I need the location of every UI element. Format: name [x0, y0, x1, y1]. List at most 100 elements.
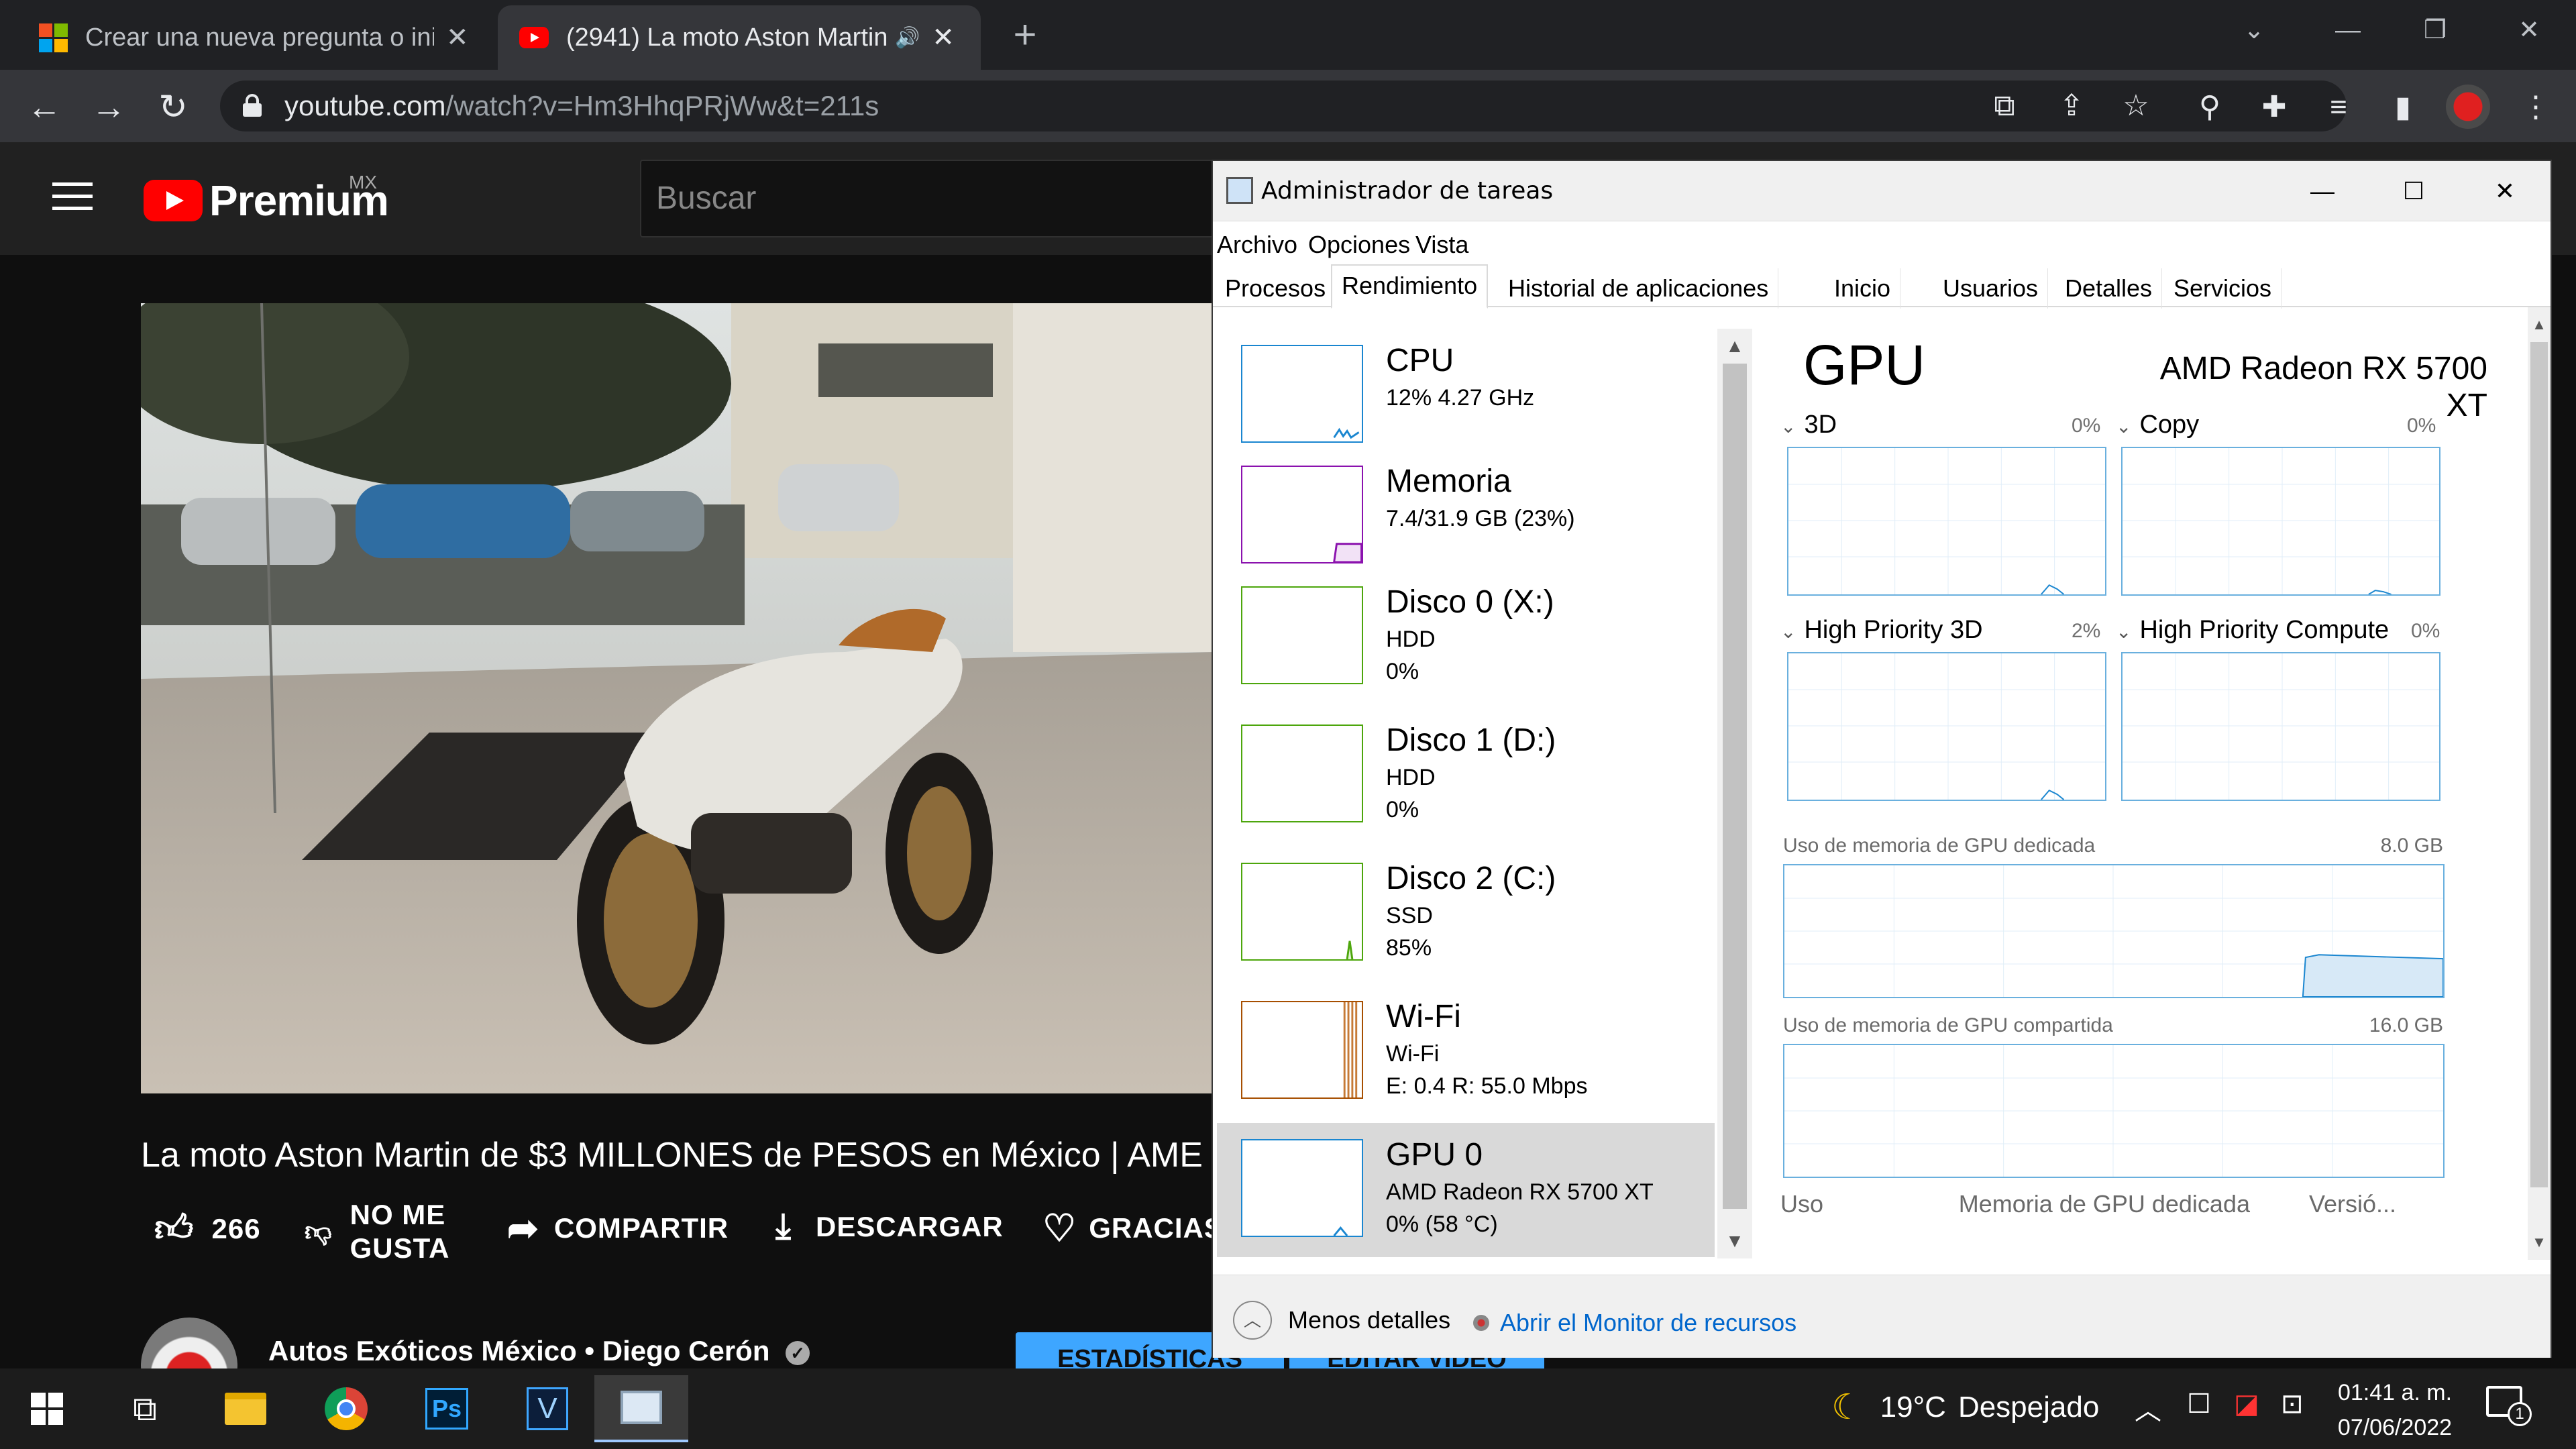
disk2-mini-graph [1241, 863, 1363, 961]
vegas-icon[interactable]: V [500, 1375, 594, 1442]
share-icon[interactable]: ⇪ [2051, 86, 2092, 126]
shared-memory-max: 16.0 GB [2369, 1014, 2443, 1036]
engine-hpcompute-selector[interactable]: ⌄ High Priority Compute [2116, 616, 2389, 645]
media-control-icon[interactable]: ≡ [2318, 87, 2359, 127]
task-view-icon[interactable]: ⧉ [98, 1375, 192, 1442]
super-thanks-heart-icon: ♡ [1042, 1207, 1077, 1249]
tab-detalles[interactable]: Detalles [2055, 268, 2163, 309]
browser-tab-1[interactable]: Crear una nueva pregunta o inicia ✕ [13, 5, 490, 70]
reload-icon[interactable]: ↻ [149, 83, 197, 131]
engine-hp3d-graph [1787, 652, 2106, 801]
restore-icon[interactable]: ❐ [2395, 0, 2475, 60]
resource-monitor-icon [1473, 1315, 1489, 1331]
maximize-icon[interactable]: ☐ [2367, 161, 2461, 221]
tab-usuarios[interactable]: Usuarios [1933, 268, 2049, 309]
extension-bulb-icon[interactable]: ⚲ [2190, 87, 2230, 127]
scroll-up-icon[interactable]: ▲ [2528, 307, 2551, 342]
detail-scrollbar[interactable]: ▲ ▼ [2528, 307, 2551, 1260]
scroll-thumb[interactable] [1723, 364, 1747, 1209]
gpu-mini-graph [1241, 1139, 1363, 1237]
back-icon[interactable]: ← [20, 83, 68, 131]
download-button[interactable]: ⤓ DESCARGAR [775, 1206, 1004, 1247]
tab-procesos[interactable]: Procesos [1216, 268, 1336, 309]
tab-inicio[interactable]: Inicio [1825, 268, 1901, 309]
close-window-icon[interactable]: ✕ [2458, 161, 2552, 221]
task-manager-window: Administrador de tareas — ☐ ✕ Archivo Op… [1212, 160, 2552, 1358]
task-manager-titlebar[interactable]: Administrador de tareas — ☐ ✕ [1213, 161, 2551, 221]
wifi-mini-graph [1241, 1001, 1363, 1099]
close-window-icon[interactable]: ✕ [2489, 0, 2569, 60]
browser-tab-bar: Crear una nueva pregunta o inicia ✕ (294… [0, 0, 2576, 70]
open-resource-monitor-link[interactable]: Abrir el Monitor de recursos [1473, 1309, 1796, 1337]
menu-archivo[interactable]: Archivo [1217, 231, 1297, 259]
resource-disco-2[interactable]: Disco 2 (C:) SSD 85% [1217, 847, 1715, 985]
tab-historial[interactable]: Historial de aplicaciones [1499, 268, 1779, 309]
scroll-thumb[interactable] [2530, 342, 2548, 1187]
windows-start-icon[interactable] [0, 1375, 94, 1442]
file-explorer-icon[interactable] [199, 1375, 292, 1442]
resource-cpu[interactable]: CPU 12% 4.27 GHz [1217, 329, 1715, 449]
profile-avatar[interactable] [2446, 85, 2490, 129]
lock-icon [243, 94, 262, 117]
close-tab-icon[interactable]: ✕ [446, 22, 469, 53]
task-manager-icon[interactable] [594, 1375, 688, 1442]
search-input[interactable]: Buscar [640, 160, 1244, 237]
engine-copy-selector[interactable]: ⌄ Copy [2116, 411, 2199, 439]
scroll-down-icon[interactable]: ▼ [1717, 1224, 1752, 1258]
scroll-down-icon[interactable]: ▼ [2528, 1225, 2551, 1260]
scroll-up-icon[interactable]: ▲ [1717, 329, 1752, 364]
engine-hpcompute-percent: 0% [2411, 620, 2440, 642]
engine-3d-selector[interactable]: ⌄ 3D [1780, 411, 1837, 439]
tab-servicios[interactable]: Servicios [2164, 268, 2282, 309]
tray-app-icon[interactable]: ☐ [2187, 1389, 2211, 1419]
open-in-app-icon[interactable]: ⧉ [1984, 86, 2025, 126]
youtube-premium-logo[interactable]: Premium MX [144, 172, 389, 225]
chrome-icon[interactable] [299, 1375, 393, 1442]
resource-gpu-0[interactable]: GPU 0 AMD Radeon RX 5700 XT 0% (58 °C) [1217, 1123, 1715, 1257]
share-button[interactable]: ➦ COMPARTIR [507, 1206, 729, 1250]
less-details-button[interactable]: ︿ Menos detalles [1233, 1301, 1450, 1340]
weather-widget[interactable]: ☾ 19°C Despejado [1831, 1387, 2099, 1428]
memory-mini-graph [1241, 466, 1363, 564]
new-tab-button[interactable]: + [1006, 9, 1044, 60]
forward-icon[interactable]: → [85, 83, 133, 131]
dedicated-memory-graph [1783, 864, 2445, 998]
like-button[interactable]: 👍︎ 266 [154, 1206, 261, 1252]
system-clock[interactable]: 01:41 a. m. 07/06/2022 [2308, 1375, 2482, 1445]
side-panel-icon[interactable]: ▮ [2383, 87, 2423, 127]
resource-disco-0[interactable]: Disco 0 (X:) HDD 0% [1217, 570, 1715, 708]
thanks-button[interactable]: ♡ GRACIAS [1042, 1206, 1224, 1250]
network-icon[interactable]: ⊡ [2281, 1389, 2304, 1419]
bookmark-star-icon[interactable]: ☆ [2116, 86, 2156, 126]
engine-copy-percent: 0% [2407, 415, 2436, 437]
show-hidden-icons-chevron-icon[interactable]: ︿ [2135, 1389, 2161, 1428]
dislike-button[interactable]: 👎︎ NO ME GUSTA [305, 1198, 450, 1265]
chevron-down-icon: ⌄ [2116, 621, 2132, 642]
tab-rendimiento[interactable]: Rendimiento [1331, 264, 1489, 309]
audio-playing-icon[interactable]: 🔊 [895, 26, 920, 50]
browser-tab-2[interactable]: (2941) La moto Aston Martin 🔊 ✕ [498, 5, 981, 70]
sidebar-scrollbar[interactable]: ▲ ▼ [1717, 329, 1752, 1258]
minimize-icon[interactable]: — [2308, 0, 2388, 60]
engine-hp3d-selector[interactable]: ⌄ High Priority 3D [1780, 616, 1983, 645]
menu-vista[interactable]: Vista [1415, 231, 1468, 259]
url-text: youtube.com/watch?v=Hm3HhqPRjWw&t=211s [284, 90, 879, 121]
youtube-play-icon [144, 180, 203, 221]
address-bar[interactable]: youtube.com/watch?v=Hm3HhqPRjWw&t=211s ⧉… [220, 80, 2347, 131]
photoshop-icon[interactable]: Ps [400, 1375, 494, 1442]
hamburger-menu-icon[interactable] [52, 182, 93, 210]
extensions-puzzle-icon[interactable]: ✚ [2254, 87, 2294, 127]
resource-wifi[interactable]: Wi-Fi Wi-Fi E: 0.4 R: 55.0 Mbps [1217, 985, 1715, 1123]
minimize-icon[interactable]: — [2275, 161, 2369, 221]
close-tab-icon[interactable]: ✕ [932, 22, 955, 53]
chrome-menu-icon[interactable]: ⋮ [2516, 87, 2556, 127]
channel-name[interactable]: Autos Exóticos México • Diego Cerón ✓ [268, 1335, 810, 1367]
resource-disco-1[interactable]: Disco 1 (D:) HDD 0% [1217, 708, 1715, 847]
resource-memoria[interactable]: Memoria 7.4/31.9 GB (23%) [1217, 449, 1715, 570]
notifications-icon[interactable]: 1 [2486, 1386, 2532, 1426]
video-player[interactable] [141, 303, 1214, 1093]
video-title: La moto Aston Martin de $3 MILLONES de P… [141, 1136, 1203, 1175]
menu-opciones[interactable]: Opciones [1308, 231, 1410, 259]
tab-search-icon[interactable]: ⌄ [2214, 0, 2294, 60]
amd-radeon-icon[interactable]: ◪ [2234, 1389, 2259, 1419]
